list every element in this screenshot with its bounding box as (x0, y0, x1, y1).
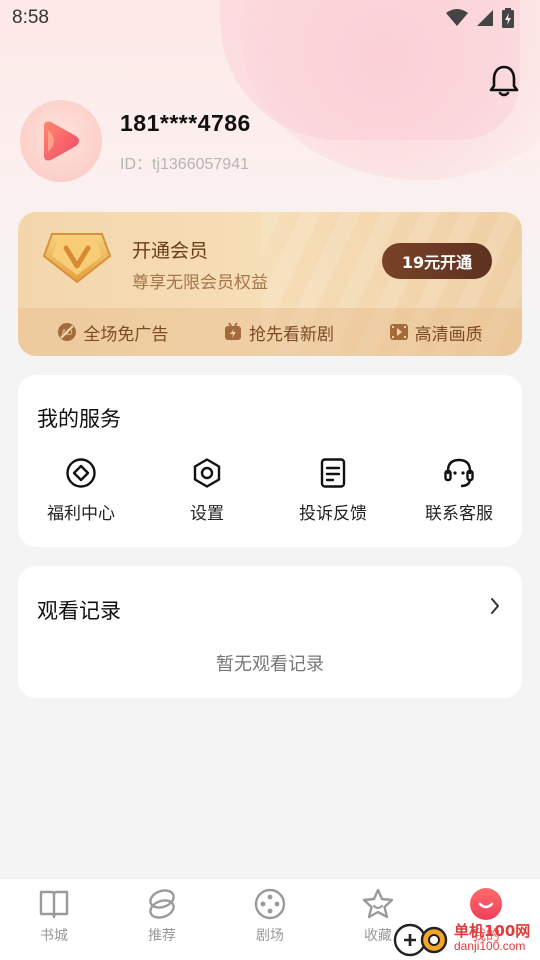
service-label: 福利中心 (47, 504, 115, 524)
tab-label: 书城 (40, 928, 68, 944)
perk-early-access: 抢先看新剧 (223, 320, 334, 345)
theater-icon (254, 888, 286, 920)
welfare-icon (66, 458, 96, 488)
service-feedback[interactable]: 投诉反馈 (278, 457, 388, 524)
perk-no-ads: AD 全场免广告 (57, 320, 168, 345)
vip-subtitle: 尊享无限会员权益 (132, 273, 268, 293)
wifi-icon (446, 9, 468, 26)
perk-label: 高清画质 (414, 324, 483, 345)
chevron-right-icon[interactable] (488, 596, 502, 616)
hd-video-icon (389, 324, 408, 340)
tab-bookstore[interactable]: 书城 (14, 887, 94, 945)
tab-label: 收藏 (364, 928, 392, 944)
service-label: 联系客服 (425, 504, 493, 524)
notification-bell-icon[interactable] (488, 64, 520, 98)
service-customer-support[interactable]: 联系客服 (404, 457, 514, 524)
recommend-icon (149, 889, 175, 919)
perk-hd-quality: 高清画质 (389, 320, 483, 345)
user-phone: 181****4786 (120, 110, 251, 136)
vip-title: 开通会员 (132, 240, 209, 262)
service-settings[interactable]: 设置 (152, 457, 262, 524)
tab-label: 推荐 (148, 928, 176, 944)
tab-theater[interactable]: 剧场 (230, 887, 310, 945)
app-logo-icon (44, 121, 79, 161)
services-title: 我的服务 (37, 407, 121, 431)
tab-recommend[interactable]: 推荐 (122, 887, 202, 945)
vip-open-button[interactable]: 19元开通 (382, 243, 492, 279)
settings-icon (193, 458, 221, 488)
service-welfare-center[interactable]: 福利中心 (26, 457, 136, 524)
user-id: ID：tj1366057941 (120, 156, 249, 173)
status-time: 8:58 (12, 7, 49, 28)
perk-label: 全场免广告 (83, 324, 169, 345)
history-empty-text: 暂无观看记录 (216, 654, 324, 675)
star-icon (362, 888, 394, 919)
early-access-icon (224, 322, 241, 340)
watch-history-card[interactable]: 观看记录 暂无观看记录 (18, 566, 522, 698)
watermark-logo: 单机100网 danji100.com (392, 916, 538, 960)
customer-service-icon (444, 458, 474, 488)
service-label: 设置 (190, 504, 224, 524)
history-title: 观看记录 (37, 599, 121, 623)
battery-icon (502, 8, 514, 28)
vip-badge-icon (42, 226, 112, 288)
service-label: 投诉反馈 (299, 504, 367, 524)
watermark-line2: danji100.com (454, 938, 526, 953)
feedback-icon (320, 458, 346, 488)
avatar[interactable] (20, 100, 102, 182)
my-services-card: 我的服务 福利中心 设置 投诉反馈 联系客服 (18, 375, 522, 547)
svg-text:AD: AD (62, 328, 73, 337)
perk-label: 抢先看新剧 (248, 324, 334, 345)
vip-perks-row: AD 全场免广告 抢先看新剧 高清画质 (18, 308, 522, 356)
watermark-icon (393, 923, 448, 957)
tab-label: 剧场 (256, 928, 284, 944)
watermark-line1: 单机100网 (454, 921, 531, 940)
signal-icon (477, 10, 493, 26)
status-icons (446, 8, 514, 28)
no-ads-icon: AD (58, 323, 77, 341)
book-icon (39, 890, 69, 919)
status-bar: 8:58 (0, 0, 540, 36)
